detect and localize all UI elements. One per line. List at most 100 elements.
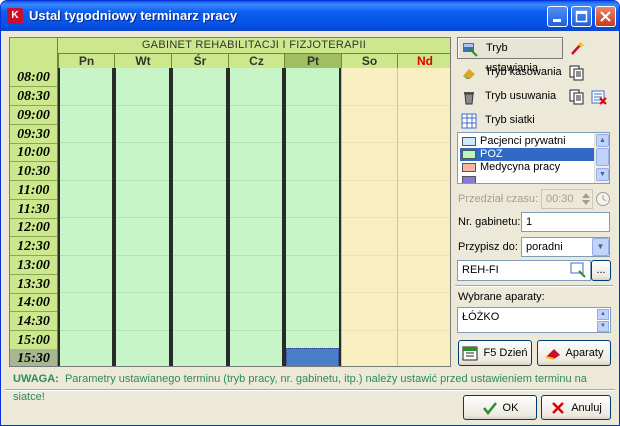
time-label: 13:30 — [10, 275, 57, 294]
color-swatch — [462, 137, 476, 146]
list-item[interactable] — [460, 174, 594, 183]
schedule-dialog: K Ustal tygodniowy terminarz pracy GABIN… — [0, 0, 620, 426]
ok-button[interactable]: OK — [463, 395, 537, 420]
minimize-button[interactable] — [547, 6, 568, 27]
day-header-tue[interactable]: Wt — [114, 53, 171, 68]
assign-to-value: poradni — [526, 241, 563, 253]
separator — [5, 389, 615, 391]
list-item-selected[interactable]: POZ — [460, 148, 594, 161]
mode-remove-label: Tryb usuwania — [485, 90, 557, 102]
warning-bar: UWAGA: Parametry ustawianego terminu (tr… — [5, 370, 615, 403]
spin-updown-icon[interactable] — [578, 191, 594, 207]
maximize-button[interactable] — [571, 6, 592, 27]
f5-day-button[interactable]: F5 Dzień — [458, 340, 532, 366]
scroll-thumb[interactable] — [596, 148, 609, 166]
time-label: 09:30 — [10, 125, 57, 144]
mode-grid-button[interactable]: Tryb siatki — [457, 110, 563, 132]
settings-mode-icon — [463, 43, 478, 57]
devices-button[interactable]: Aparaty — [537, 340, 611, 366]
copy-pages-icon[interactable] — [569, 89, 585, 105]
mode-settings-button[interactable]: Tryb ustawiania — [457, 37, 563, 74]
minimize-icon — [553, 19, 561, 22]
time-label: 08:00 — [10, 68, 57, 87]
time-label: 08:30 — [10, 87, 57, 106]
patient-type-list[interactable]: Pacjenci prywatni POZ Medycyna pracy ▲ ▼ — [457, 132, 610, 184]
devices-memo[interactable]: ŁÓŻKO ▲ ▼ — [457, 307, 611, 333]
color-swatch — [462, 150, 476, 159]
day-column-mon[interactable] — [58, 68, 114, 366]
app-logo-icon: K — [7, 8, 23, 24]
day-header-sat[interactable]: So — [341, 53, 397, 68]
clock-icon[interactable] — [595, 191, 611, 207]
day-header-fri[interactable]: Pt — [284, 53, 341, 68]
time-label: 15:00 — [10, 331, 57, 350]
grid-icon — [461, 113, 477, 129]
time-label: 11:30 — [10, 200, 57, 219]
memo-up-icon[interactable]: ▲ — [597, 309, 609, 320]
room-label: Nr. gabinetu: — [458, 216, 521, 228]
time-label: 11:00 — [10, 181, 57, 200]
day-header-thu[interactable]: Cz — [228, 53, 284, 68]
day-column-tue[interactable] — [114, 68, 171, 366]
selected-time-slot[interactable] — [286, 348, 339, 366]
day-header-sun[interactable]: Nd — [397, 53, 450, 68]
interval-label: Przedział czasu: — [458, 193, 539, 205]
day-column-wed[interactable] — [171, 68, 228, 366]
list-item[interactable]: Medycyna pracy — [460, 161, 594, 174]
devices-label: Wybrane aparaty: — [458, 291, 545, 303]
time-label: 10:30 — [10, 162, 57, 181]
window-title: Ustal tygodniowy terminarz pracy — [29, 8, 238, 23]
day-header-wed[interactable]: Śr — [171, 53, 228, 68]
delete-list-icon[interactable] — [591, 89, 607, 105]
list-scrollbar[interactable]: ▲ ▼ — [594, 133, 609, 183]
day-column-sat[interactable] — [341, 68, 397, 366]
mode-grid-label: Tryb siatki — [485, 114, 535, 126]
copy-pages-icon[interactable] — [569, 65, 585, 81]
chevron-down-icon[interactable]: ▼ — [592, 238, 609, 256]
time-label: 12:30 — [10, 237, 57, 256]
cancel-button[interactable]: Anuluj — [541, 395, 611, 420]
memo-down-icon[interactable]: ▼ — [597, 321, 609, 332]
scroll-up-icon[interactable]: ▲ — [596, 134, 609, 147]
scroll-down-icon[interactable]: ▼ — [596, 168, 609, 181]
assign-label: Przypisz do: — [458, 241, 518, 253]
mode-delete-label: Tryb kasowania — [485, 66, 562, 78]
devices-icon — [545, 349, 560, 361]
clinic-browse-button[interactable]: ... — [591, 260, 611, 281]
trash-bin-icon — [464, 92, 474, 105]
day-column-sun[interactable] — [397, 68, 450, 366]
time-label: 10:00 — [10, 143, 57, 162]
close-button[interactable] — [595, 6, 616, 27]
maximize-icon — [575, 10, 588, 23]
magic-wand-icon[interactable] — [569, 40, 585, 56]
eraser-icon — [463, 69, 475, 79]
assign-to-select[interactable]: poradni ▼ — [521, 237, 610, 257]
cancel-x-icon — [552, 402, 565, 414]
devices-value: ŁÓŻKO — [462, 311, 500, 323]
time-label-selected: 15:30 — [10, 349, 57, 366]
lookup-icon[interactable] — [570, 262, 586, 278]
title-bar[interactable]: K Ustal tygodniowy terminarz pracy — [1, 1, 619, 31]
checkmark-icon — [482, 402, 497, 416]
time-label: 09:00 — [10, 106, 57, 125]
time-label: 13:00 — [10, 256, 57, 275]
close-icon — [600, 11, 611, 22]
time-label: 14:30 — [10, 312, 57, 331]
mode-delete-button[interactable]: Tryb kasowania — [457, 62, 563, 84]
room-number-input[interactable]: 1 — [521, 212, 610, 232]
time-label: 14:00 — [10, 293, 57, 312]
time-column: 08:00 08:30 09:00 09:30 10:00 10:30 11:0… — [10, 68, 58, 366]
warning-key: UWAGA: — [13, 373, 59, 385]
color-swatch — [462, 163, 476, 172]
schedule-corner — [10, 38, 58, 68]
mode-remove-button[interactable]: Tryb usuwania — [457, 86, 563, 108]
day-column-fri[interactable] — [284, 68, 341, 366]
time-label: 12:00 — [10, 218, 57, 237]
separator — [455, 285, 613, 287]
day-column-thu[interactable] — [228, 68, 284, 366]
calendar-icon — [462, 346, 478, 361]
list-item[interactable]: Pacjenci prywatni — [460, 135, 594, 148]
day-header-mon[interactable]: Pn — [58, 53, 114, 68]
color-swatch — [462, 176, 476, 183]
weekly-schedule-grid[interactable]: GABINET REHABILITACJI I FIZJOTERAPII Pn … — [9, 37, 451, 367]
